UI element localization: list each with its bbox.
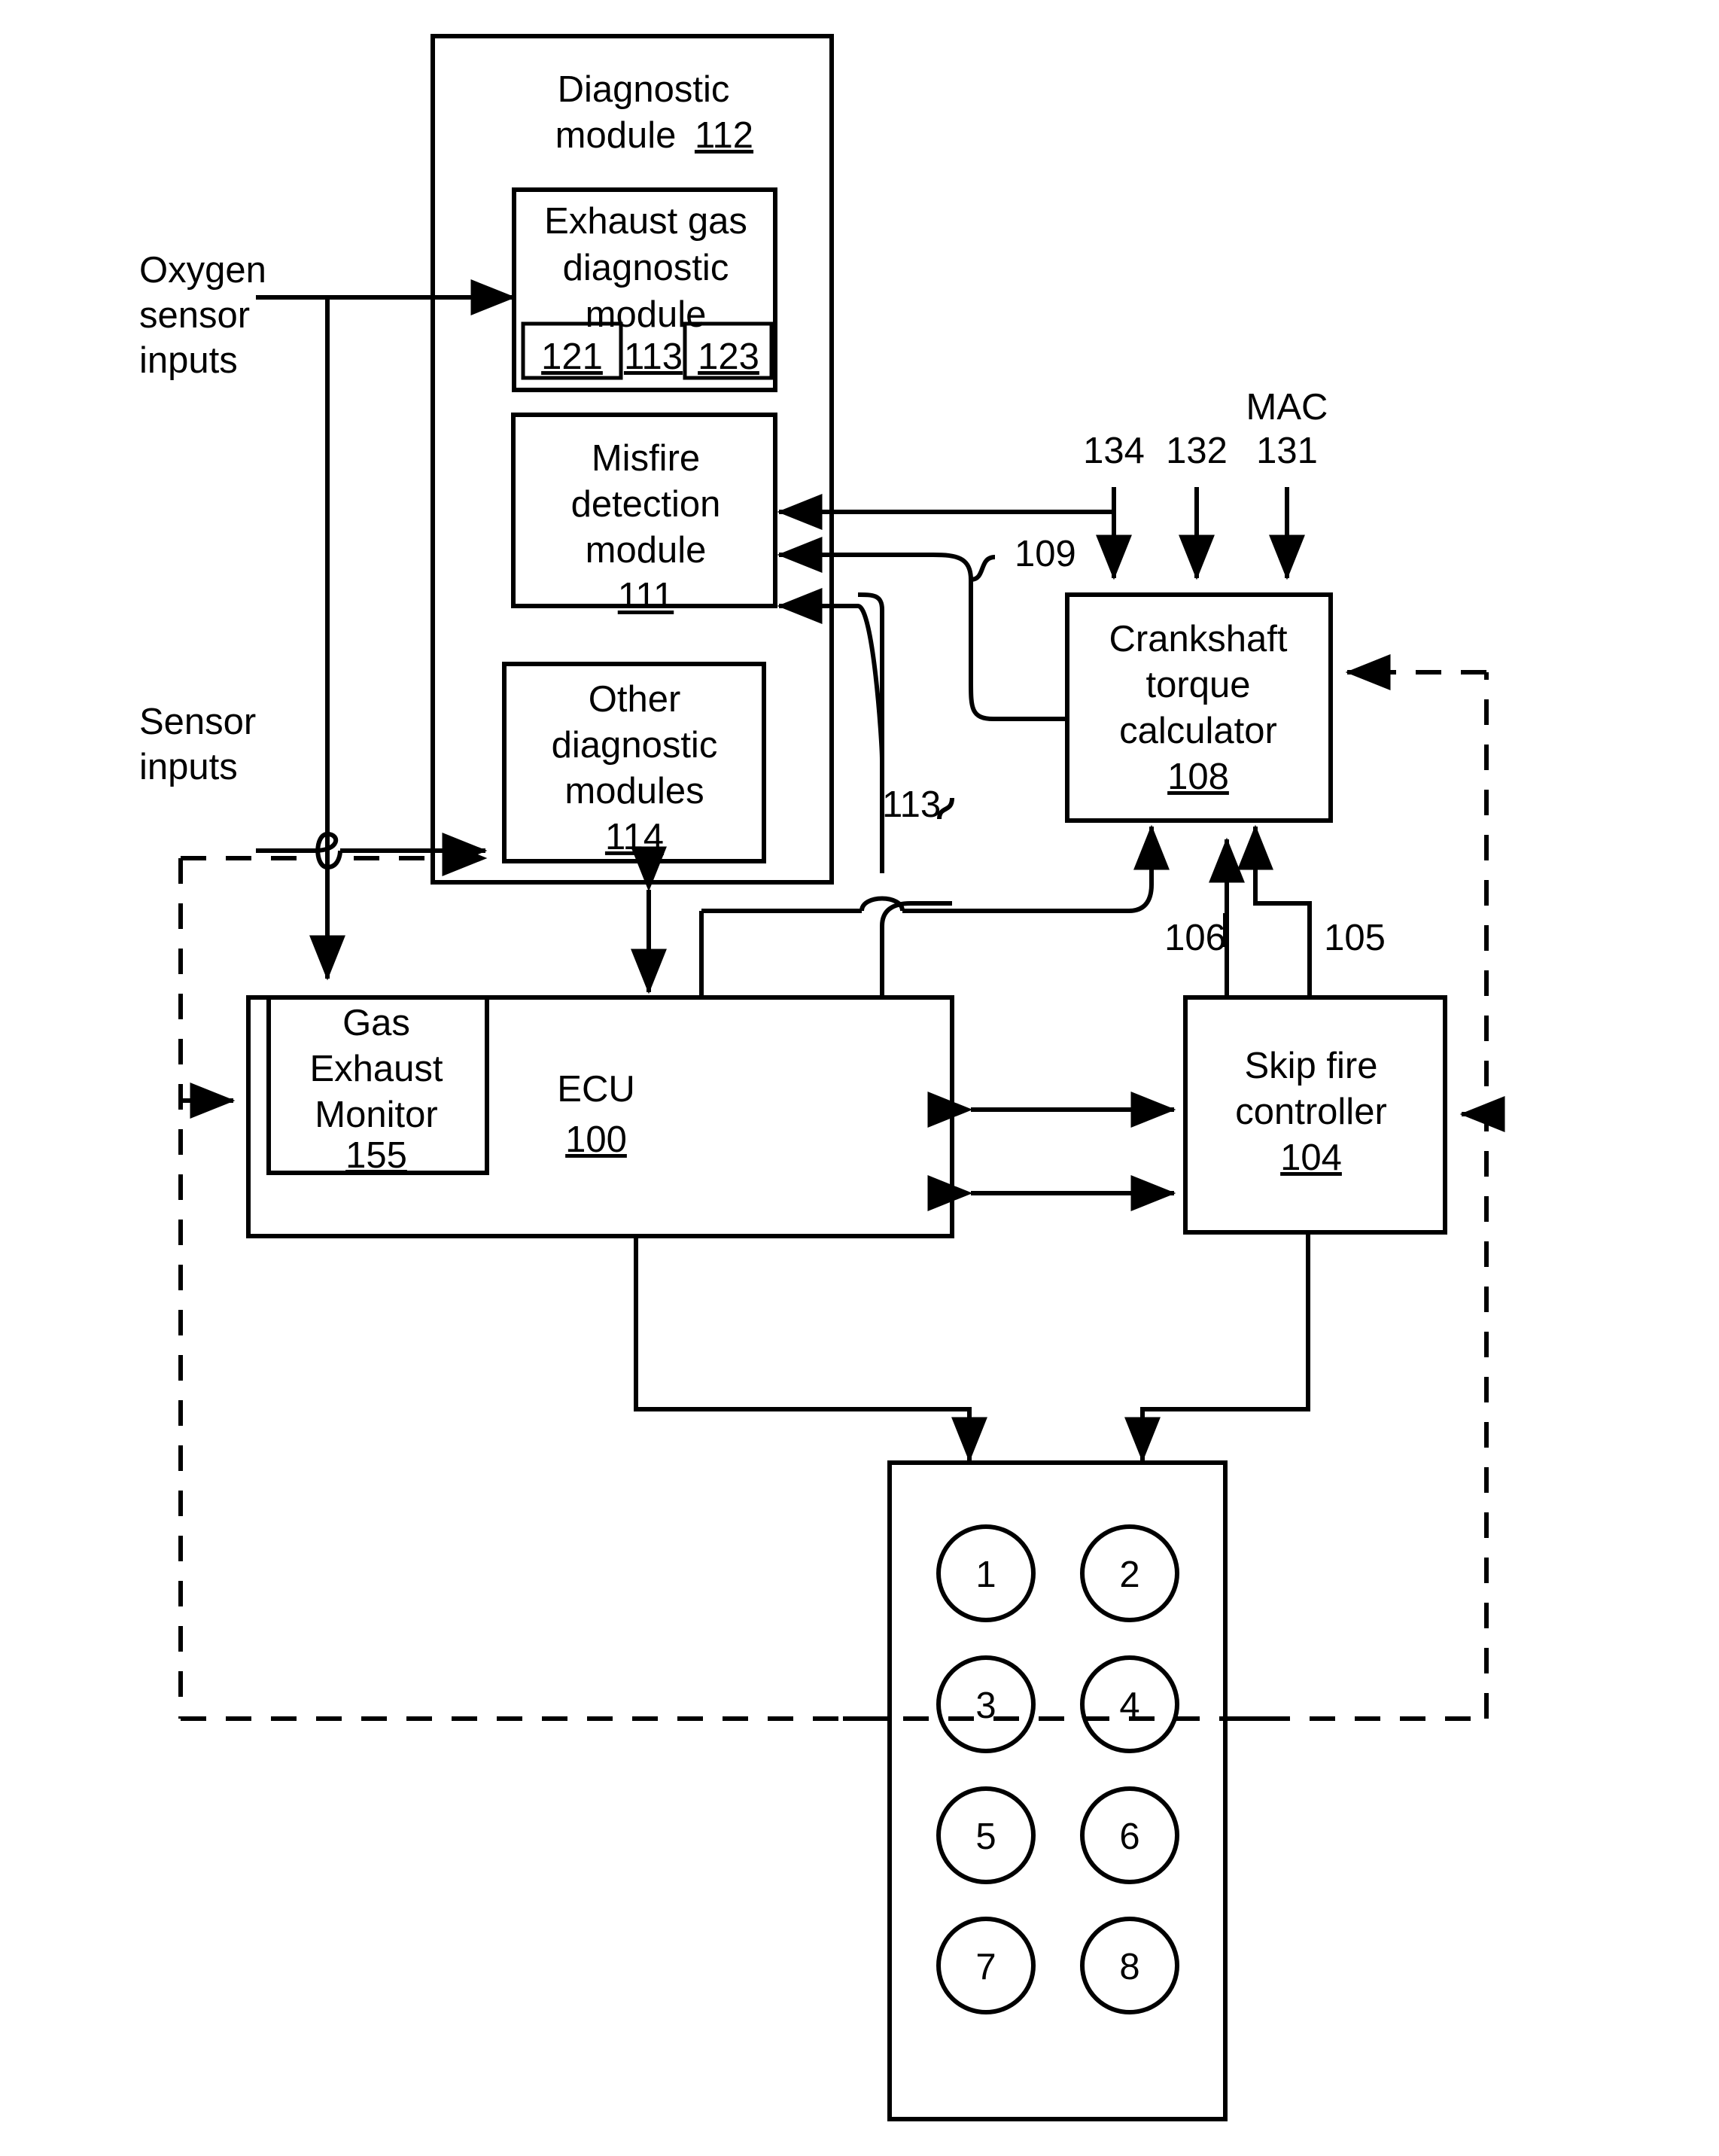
- exhaust-gas-submodule-121: 121: [541, 336, 603, 377]
- oxygen-sensor-inputs-label-l3: inputs: [139, 340, 238, 381]
- exhaust-gas-module-title-l1: Exhaust gas: [544, 201, 747, 242]
- diagnostic-module-title-l1: Diagnostic: [558, 69, 730, 110]
- signal-113-vertical: [798, 604, 884, 873]
- misfire-module-title-l1: Misfire: [592, 438, 700, 479]
- signal-113-upper: [857, 592, 884, 760]
- skipfire-to-cylinders: [1140, 1232, 1310, 1445]
- misfire-module-title-l2: detection: [571, 484, 721, 525]
- ecu-ref: 100: [565, 1119, 627, 1160]
- cylinder-6-label: 6: [1119, 1816, 1139, 1857]
- exhaust-gas-submodule-113: 113: [624, 336, 683, 377]
- signal-131-label: 131: [1256, 431, 1318, 471]
- other-diagnostic-title-l1: Other: [589, 679, 681, 720]
- signal-113-curve: [880, 901, 952, 997]
- crankshaft-title-l2: torque: [1146, 665, 1251, 705]
- exhaust-gas-module-title-l3: module: [586, 294, 707, 335]
- crankshaft-title-l3: calculator: [1119, 711, 1277, 751]
- misfire-module-title-l3: module: [586, 530, 707, 571]
- other-diagnostic-ref: 114: [605, 817, 664, 857]
- gas-exhaust-monitor-ref: 155: [345, 1135, 407, 1176]
- signal-132-label: 132: [1166, 431, 1228, 471]
- gas-exhaust-monitor-l1: Gas: [342, 1003, 410, 1043]
- signal-113-label: 113: [882, 784, 941, 825]
- cylinder-8-label: 8: [1119, 1947, 1139, 1987]
- skipfire-title-l1: Skip fire: [1244, 1046, 1377, 1086]
- signal-109-curve: [798, 553, 1067, 721]
- skipfire-ref: 104: [1280, 1137, 1342, 1178]
- gas-exhaust-monitor-l3: Monitor: [315, 1095, 437, 1135]
- sensor-inputs-label-l1: Sensor: [139, 702, 256, 742]
- signal-113-leader: [937, 797, 954, 820]
- oxygen-sensor-inputs-label-l1: Oxygen: [139, 250, 266, 291]
- cylinder-5-label: 5: [975, 1816, 996, 1857]
- ecu-to-cylinders: [634, 1236, 972, 1445]
- diagnostic-module-ref: 112: [695, 115, 753, 156]
- feeder-into-crank-left: [1128, 839, 1154, 913]
- patent-figure: Oxygen sensor inputs Sensor inputs Diagn…: [0, 0, 1719, 2156]
- exhaust-gas-submodule-123: 123: [698, 336, 759, 377]
- cylinder-7-label: 7: [975, 1947, 996, 1987]
- signal-109-label: 109: [1015, 534, 1076, 574]
- signal-134-label: 134: [1083, 431, 1145, 471]
- signal-105-label: 105: [1324, 918, 1386, 958]
- cylinder-4-label: 4: [1119, 1686, 1139, 1726]
- gas-exhaust-monitor-l2: Exhaust: [309, 1049, 443, 1089]
- mac-label: MAC: [1246, 387, 1328, 428]
- crankshaft-title-l1: Crankshaft: [1109, 619, 1288, 659]
- oxygen-sensor-inputs-label-l2: sensor: [139, 295, 250, 336]
- cylinder-1-label: 1: [975, 1555, 996, 1595]
- other-diagnostic-title-l3: modules: [564, 771, 704, 812]
- cylinder-2-label: 2: [1119, 1555, 1139, 1595]
- misfire-module-ref: 111: [618, 576, 674, 617]
- cylinder-3-label: 3: [975, 1686, 996, 1726]
- sensor-inputs-label-l2: inputs: [139, 747, 238, 787]
- ecu-title: ECU: [557, 1069, 634, 1110]
- diagnostic-module-title-l2: module: [555, 115, 677, 156]
- signal-105-path: [1253, 839, 1312, 997]
- signal-106-label: 106: [1164, 918, 1226, 958]
- skipfire-title-l2: controller: [1235, 1092, 1387, 1132]
- crankshaft-ref: 108: [1167, 757, 1229, 797]
- exhaust-gas-module-title-l2: diagnostic: [563, 248, 729, 288]
- other-diagnostic-title-l2: diagnostic: [552, 725, 718, 766]
- signal-109-leader: [970, 555, 996, 582]
